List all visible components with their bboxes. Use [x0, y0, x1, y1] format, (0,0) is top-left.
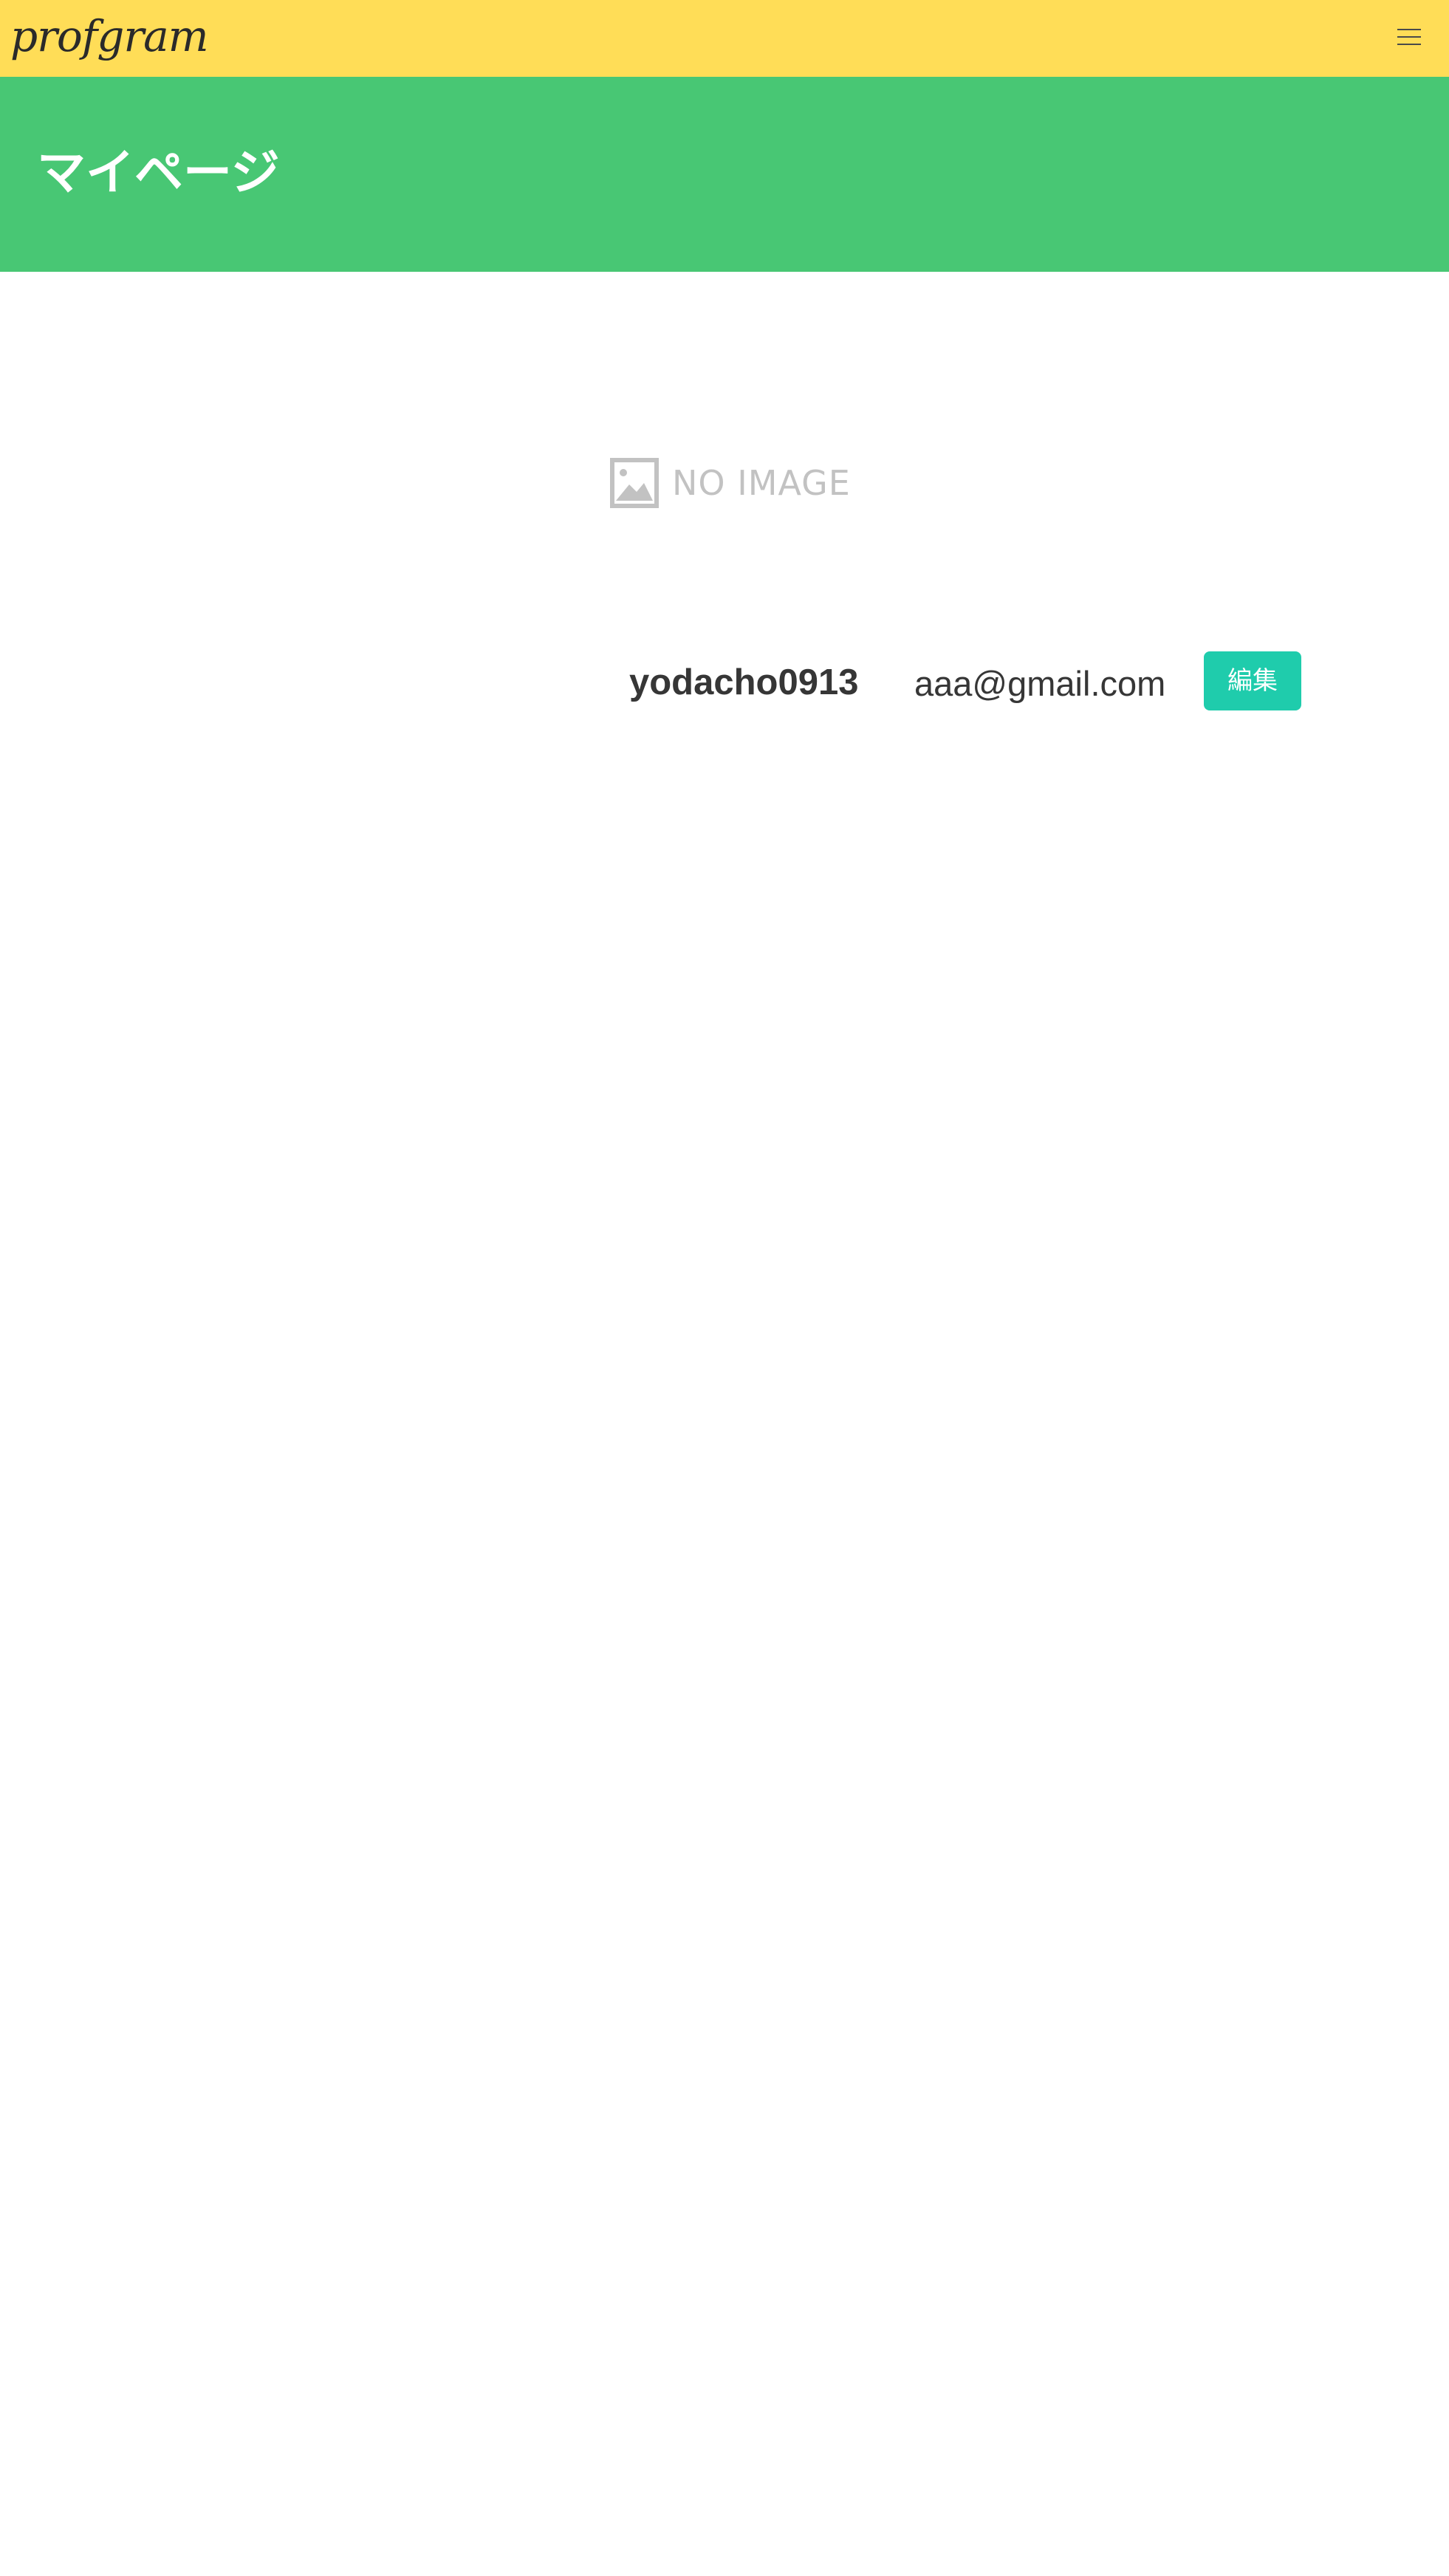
burger-line — [1397, 29, 1421, 30]
edit-button[interactable]: 編集 — [1204, 651, 1301, 710]
email-address: aaa@gmail.com — [914, 664, 1166, 703]
hamburger-menu-icon[interactable] — [1393, 25, 1427, 52]
brand-logo[interactable]: profgram — [10, 10, 209, 62]
image-icon — [610, 458, 659, 508]
top-navbar: profgram — [0, 0, 1449, 77]
hero-banner: マイページ — [0, 77, 1449, 272]
burger-line — [1397, 44, 1421, 45]
no-image-text: NO IMAGE — [672, 463, 851, 503]
profile-image-placeholder: NO IMAGE — [610, 455, 850, 510]
burger-line — [1397, 36, 1421, 38]
username: yodacho0913 — [629, 662, 859, 702]
page-title: マイページ — [37, 144, 280, 201]
